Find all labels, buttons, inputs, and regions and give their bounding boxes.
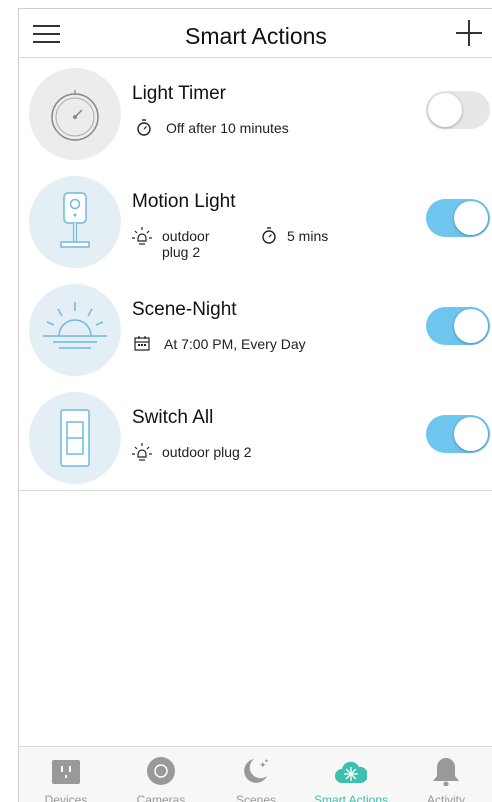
detail-text: outdoor plug 2 <box>162 444 252 460</box>
app-frame: Smart Actions Light Timer Off after 10 m… <box>18 8 492 802</box>
cloud-sparkle-icon <box>335 761 367 783</box>
action-title: Light Timer <box>132 83 226 104</box>
motion-light-toggle[interactable] <box>426 199 490 237</box>
page-title: Smart Actions <box>185 23 327 49</box>
tab-smart-actions[interactable]: Smart Actions <box>304 747 398 802</box>
light-timer-toggle[interactable] <box>426 91 490 129</box>
motion-camera-icon <box>29 176 121 268</box>
action-title: Scene-Night <box>132 299 237 320</box>
action-row-switch-all[interactable]: Switch All outdoor plug 2 <box>19 382 492 491</box>
detail-text-line2: plug 2 <box>162 244 201 260</box>
detail-text-line1: outdoor <box>162 228 210 244</box>
camera-lens-icon <box>147 757 175 785</box>
sunset-icon <box>29 284 121 376</box>
moon-stars-icon: ✦ ✦ <box>244 758 269 783</box>
stopwatch-icon <box>29 68 121 160</box>
device-detail: outdoor plug 2 <box>132 443 372 461</box>
action-row-light-timer[interactable]: Light Timer Off after 10 minutes <box>19 58 492 167</box>
plug-outlet-icon <box>52 760 80 784</box>
action-row-motion-light[interactable]: Motion Light outdoor plug 2 5 mins <box>19 166 492 275</box>
tab-cameras[interactable]: Cameras <box>114 747 208 802</box>
bulb-icon <box>132 443 152 461</box>
wall-switch-icon <box>29 392 121 484</box>
scene-night-toggle[interactable] <box>426 307 490 345</box>
tab-scenes[interactable]: ✦ ✦ Scenes <box>209 747 303 802</box>
timer-detail: 5 mins <box>261 227 361 245</box>
timer-icon <box>262 227 276 244</box>
detail-text: Off after 10 minutes <box>166 120 289 136</box>
detail-text: At 7:00 PM, Every Day <box>164 336 306 352</box>
calendar-icon <box>134 336 150 351</box>
action-row-scene-night[interactable]: Scene-Night At 7:00 PM, Every Day <box>19 274 492 383</box>
header-bar: Smart Actions <box>19 9 492 58</box>
device-detail: outdoor plug 2 <box>132 227 242 263</box>
action-title: Motion Light <box>132 191 236 212</box>
bell-icon <box>433 758 459 786</box>
timer-detail: Off after 10 minutes <box>136 119 376 137</box>
bulb-icon <box>132 227 152 245</box>
add-action-button[interactable] <box>456 20 482 46</box>
detail-text: 5 mins <box>287 228 329 244</box>
bottom-tab-bar: Devices Cameras ✦ ✦ Scenes Smart Actions… <box>19 746 492 802</box>
schedule-detail: At 7:00 PM, Every Day <box>134 335 374 353</box>
tab-devices[interactable]: Devices <box>19 747 113 802</box>
switch-all-toggle[interactable] <box>426 415 490 453</box>
timer-icon <box>137 119 151 136</box>
tab-activity[interactable]: Activity <box>399 747 492 802</box>
action-title: Switch All <box>132 407 214 428</box>
svg-text:✦: ✦ <box>264 758 269 765</box>
